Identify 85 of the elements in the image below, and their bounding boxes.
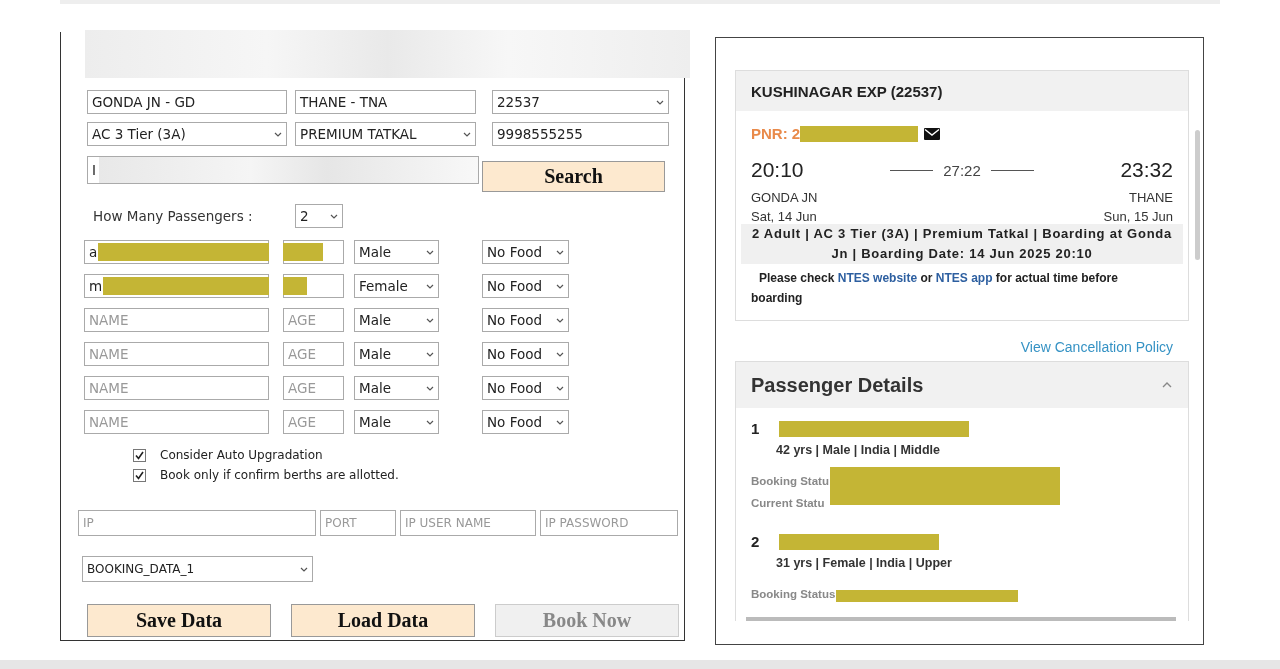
arrival-time: 23:32 — [1120, 158, 1173, 182]
name-field[interactable]: a — [84, 240, 269, 264]
caret-icon — [556, 283, 564, 289]
checkbox-label: Book only if confirm berths are allotted. — [160, 468, 399, 482]
age-field[interactable] — [283, 274, 344, 298]
cancellation-policy-link[interactable]: View Cancellation Policy — [1020, 339, 1173, 355]
passenger-count-label: How Many Passengers : — [92, 208, 254, 224]
caret-icon — [656, 99, 664, 105]
name-text: a — [89, 244, 98, 260]
quota-dropdown[interactable]: PREMIUM TATKAL — [295, 122, 476, 146]
food-dropdown[interactable]: No Food — [482, 308, 569, 332]
gender-dropdown[interactable]: Male — [354, 240, 439, 264]
food-dropdown[interactable]: No Food — [482, 240, 569, 264]
caret-icon — [426, 283, 434, 289]
ntes-website-link[interactable]: NTES website — [837, 271, 918, 285]
checkbox[interactable] — [133, 448, 146, 462]
train-title: KUSHINAGAR EXP (22537) — [751, 82, 943, 100]
gender-dropdown[interactable]: Male — [354, 410, 439, 434]
caret-icon — [426, 419, 434, 425]
passenger-count-dropdown[interactable]: 2 — [295, 204, 343, 228]
status-label: Booking Statu — [751, 475, 829, 487]
scrollbar[interactable] — [1195, 130, 1200, 260]
food-dropdown[interactable]: No Food — [482, 376, 569, 400]
from-station-field[interactable]: GONDA JN - GD — [87, 90, 287, 114]
search-button[interactable]: Search — [482, 161, 665, 192]
passenger-number: 2 — [751, 533, 760, 550]
food-dropdown[interactable]: No Food — [482, 274, 569, 298]
passenger-info: 31 yrs | Female | India | Upper — [776, 556, 953, 570]
caret-icon — [426, 249, 434, 255]
name-field[interactable]: m — [84, 274, 269, 298]
arrival-station: THANE — [1128, 190, 1173, 205]
mail-icon[interactable] — [924, 127, 941, 140]
departure-station: GONDA JN — [751, 190, 818, 205]
departure-date: Sat, 14 Jun — [751, 209, 817, 224]
passenger-info: 42 yrs | Male | India | Middle — [776, 443, 941, 457]
gender-dropdown[interactable]: Male — [354, 342, 439, 366]
caret-icon — [426, 385, 434, 391]
scrollbar[interactable] — [746, 617, 1176, 621]
name-text: NAME — [89, 414, 129, 430]
journey-summary: 2 Adult | AC 3 Tier (3A) | Premium Tatkal | Boarding at Gonda Jn | Boarding Date: 14 Jun 2025 20:10 — [741, 224, 1183, 264]
caret-icon — [556, 317, 564, 323]
caret-icon — [463, 131, 471, 137]
caret-icon — [330, 213, 338, 219]
profile-dropdown[interactable]: BOOKING_DATA_1 — [82, 556, 313, 582]
food-dropdown[interactable]: No Food — [482, 410, 569, 434]
age-field[interactable] — [283, 240, 344, 264]
gender-dropdown[interactable]: Female — [354, 274, 439, 298]
notice-text: Please check NTES website or NTES app for actual time before boarding — [751, 270, 1119, 307]
duration: 27:22 — [943, 161, 981, 179]
status-label: Current Statu — [751, 497, 826, 509]
caret-icon — [426, 317, 434, 323]
checkbox-label: Consider Auto Upgradation — [160, 448, 323, 462]
name-text: NAME — [89, 346, 129, 362]
input-text: I — [92, 162, 96, 178]
name-text: m — [89, 278, 103, 294]
caret-icon — [556, 351, 564, 357]
input-field[interactable]: I — [87, 156, 479, 184]
redaction-bar — [283, 277, 307, 295]
caret-icon — [556, 385, 564, 391]
caret-icon — [426, 351, 434, 357]
caret-icon — [556, 249, 564, 255]
mobile-field[interactable]: 9998555255 — [492, 122, 669, 146]
passenger-number: 1 — [751, 420, 760, 437]
caret-icon — [274, 131, 282, 137]
food-dropdown[interactable]: No Food — [482, 342, 569, 366]
name-text: NAME — [89, 380, 129, 396]
name-text: NAME — [89, 312, 129, 328]
pnr-label: PNR: 2 — [751, 125, 801, 142]
redaction-bar — [283, 243, 323, 261]
gender-dropdown[interactable]: Male — [354, 308, 439, 332]
arrival-date: Sun, 15 Jun — [1103, 209, 1173, 224]
caret-icon — [300, 566, 308, 572]
checkbox[interactable] — [133, 468, 146, 482]
status-label: Booking Status — [751, 588, 836, 600]
chevron-icon[interactable] — [1162, 382, 1172, 388]
to-station-field[interactable]: THANE - TNA — [295, 90, 476, 114]
departure-time: 20:10 — [751, 158, 804, 182]
section-title: Passenger Details — [751, 373, 924, 397]
caret-icon — [556, 419, 564, 425]
class-dropdown[interactable]: AC 3 Tier (3A) — [87, 122, 287, 146]
action-button[interactable]: Load Data — [291, 604, 475, 637]
gender-dropdown[interactable]: Male — [354, 376, 439, 400]
train-dropdown[interactable]: 22537 — [492, 90, 669, 114]
action-button[interactable]: Save Data — [87, 604, 271, 637]
ntes-app-link[interactable]: NTES app — [935, 271, 993, 285]
